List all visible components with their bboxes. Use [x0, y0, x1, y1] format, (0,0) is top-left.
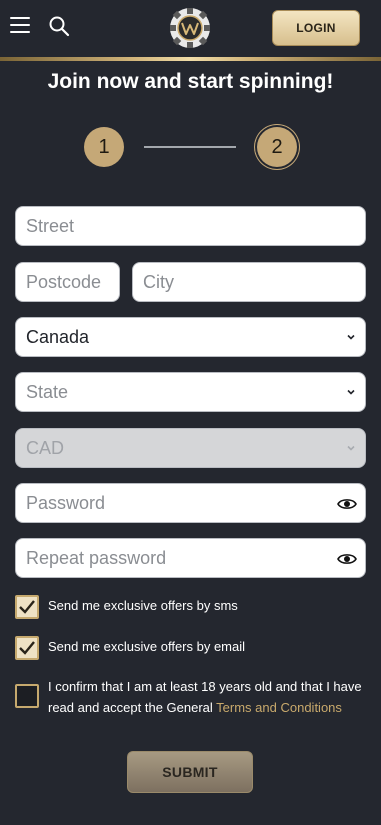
street-input[interactable]: Street — [15, 206, 366, 246]
country-select[interactable]: Canada — [15, 317, 366, 357]
sms-checkbox[interactable] — [15, 595, 39, 619]
sms-consent-row: Send me exclusive offers by sms — [15, 595, 238, 619]
repeat-password-input[interactable]: Repeat password — [15, 538, 366, 578]
chevron-down-icon — [347, 389, 355, 395]
terms-link[interactable]: Terms and Conditions — [216, 700, 342, 715]
state-placeholder: State — [26, 381, 69, 402]
eye-icon[interactable] — [337, 551, 357, 567]
sms-consent-label: Send me exclusive offers by sms — [48, 598, 238, 613]
eye-icon[interactable] — [337, 496, 357, 512]
step-connector — [144, 146, 236, 148]
street-placeholder: Street — [26, 215, 75, 236]
login-button[interactable]: LOGIN — [272, 10, 360, 46]
casino-chip-logo[interactable] — [169, 7, 211, 49]
hamburger-menu-icon[interactable] — [10, 17, 30, 35]
postcode-input[interactable]: Postcode — [15, 262, 120, 302]
age-terms-checkbox[interactable] — [15, 684, 39, 708]
checkmark-icon — [19, 641, 35, 655]
password-input[interactable]: Password — [15, 483, 366, 523]
search-icon[interactable] — [48, 15, 70, 37]
age-consent-label: I confirm that I am at least 18 years ol… — [48, 676, 371, 718]
city-input[interactable]: City — [132, 262, 366, 302]
submit-button[interactable]: SUBMIT — [127, 751, 253, 793]
currency-value: CAD — [26, 437, 65, 458]
chevron-down-icon — [347, 334, 355, 340]
repeat-password-placeholder: Repeat password — [26, 547, 167, 568]
step-1-indicator: 1 — [84, 127, 124, 167]
password-placeholder: Password — [26, 492, 106, 513]
checkmark-icon — [19, 600, 35, 614]
header-divider — [0, 57, 381, 61]
city-placeholder: City — [143, 271, 174, 292]
step-2-indicator: 2 — [257, 127, 297, 167]
email-checkbox[interactable] — [15, 636, 39, 660]
email-consent-row: Send me exclusive offers by email — [15, 636, 245, 660]
email-consent-label: Send me exclusive offers by email — [48, 639, 246, 654]
state-select[interactable]: State — [15, 372, 366, 412]
age-consent-row: I confirm that I am at least 18 years ol… — [15, 676, 371, 718]
country-value: Canada — [26, 326, 90, 347]
top-header: LOGIN — [0, 0, 381, 57]
postcode-placeholder: Postcode — [26, 271, 102, 292]
page-title: Join now and start spinning! — [47, 70, 334, 93]
currency-select: CAD — [15, 428, 366, 468]
chevron-down-icon — [347, 445, 355, 451]
